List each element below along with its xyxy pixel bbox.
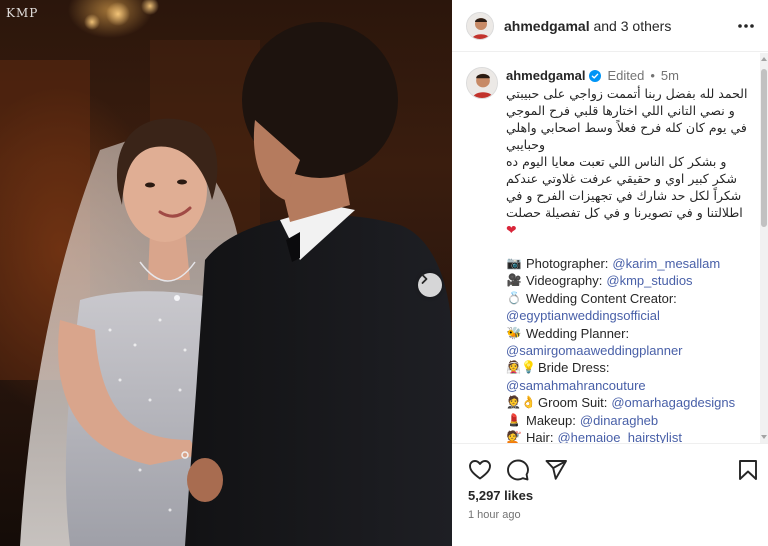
scrollbar[interactable] — [760, 53, 768, 443]
credit-label: Makeup: — [526, 412, 576, 428]
credit-emoji-icon: 💍 — [506, 290, 522, 305]
credit-row: 💄 Makeup: @dinaragheb — [506, 412, 754, 429]
caption-header: ahmedgamal Edited • 5m — [506, 67, 754, 85]
caption-author-avatar[interactable] — [466, 67, 498, 99]
more-horizontal-icon[interactable] — [736, 16, 756, 36]
caption-section: ahmedgamal Edited • 5m الحمد لله بفضل رب… — [452, 53, 768, 443]
credit-handle-link[interactable]: @samahmahrancouture — [506, 377, 646, 394]
credit-handle-link[interactable]: @samirgomaaweddingplanner — [506, 342, 683, 359]
likes-count[interactable]: 5,297 likes — [468, 488, 533, 503]
credit-row: 👰💡 Bride Dress: — [506, 359, 754, 376]
next-photo-button[interactable] — [418, 273, 442, 297]
scroll-thumb[interactable] — [761, 69, 767, 227]
credit-emoji-icon: 💄 — [506, 412, 522, 427]
post-timestamp[interactable]: 1 hour ago — [468, 509, 521, 521]
post-header: ahmedgamal and 3 others — [452, 0, 768, 52]
heart-emoji: ❤ — [506, 222, 517, 237]
credit-handle-link[interactable]: @dinaragheb — [580, 412, 658, 429]
credit-row: 📷 Photographer: @karim_mesallam — [506, 255, 754, 272]
credit-handle-link[interactable]: @karim_mesallam — [612, 255, 720, 272]
post-details-panel: ahmedgamal and 3 others ahmedgamal Edite… — [452, 0, 768, 546]
credit-emoji-icon: 📷 — [506, 256, 522, 270]
header-collaborators[interactable]: and 3 others — [593, 18, 671, 34]
credit-handle-link[interactable]: @kmp_studios — [606, 272, 692, 289]
heart-outline-icon[interactable] — [468, 458, 492, 482]
wedding-photo-illustration — [0, 0, 452, 546]
avatar-image — [467, 12, 493, 39]
credit-label: Photographer: — [526, 256, 609, 271]
author-avatar[interactable] — [466, 11, 494, 40]
credit-row: 🎥 Videography: @kmp_studios — [506, 272, 754, 289]
scroll-down-arrow-icon[interactable] — [761, 435, 767, 439]
header-username[interactable]: ahmedgamal — [504, 18, 590, 34]
avatar-image — [467, 68, 497, 98]
credit-row: @egyptianweddingsofficial — [506, 307, 754, 324]
credit-emoji-icon: 🤵👌 — [506, 395, 536, 410]
credit-label: Hair: — [526, 430, 554, 443]
credit-label: Wedding Content Creator: — [526, 290, 677, 306]
credit-row: 💇 Hair: @hemaioe_hairstylist — [506, 429, 754, 443]
caption-body: ahmedgamal Edited • 5m الحمد لله بفضل رب… — [506, 67, 754, 443]
credits-list: 📷 Photographer: @karim_mesallam 🎥 Videograph… — [506, 255, 754, 443]
photo-watermark: KMP — [6, 6, 39, 20]
caption-username[interactable]: ahmedgamal — [506, 67, 585, 85]
credit-handle-link[interactable]: @egyptianweddingsofficial — [506, 307, 660, 324]
edited-label: Edited — [607, 68, 645, 83]
credit-emoji-icon: 🎥 — [506, 273, 522, 288]
caption-time[interactable]: 5m — [661, 67, 679, 85]
post-photo[interactable]: KMP — [0, 0, 452, 546]
credit-emoji-icon: 🐝 — [506, 325, 522, 340]
credit-emoji-icon: 👰💡 — [506, 360, 536, 375]
separator-dot: • — [650, 68, 655, 83]
credit-row: 💍 Wedding Content Creator: — [506, 290, 754, 307]
caption-paragraph-1: الحمد لله بفضل ربنا أتممت زواجي على حبيب… — [506, 86, 748, 152]
credit-handle-link[interactable]: @hemaioe_hairstylist — [557, 429, 681, 443]
send-icon[interactable] — [544, 458, 568, 482]
credit-label: Groom Suit: — [538, 395, 608, 411]
credit-row: 🤵👌 Groom Suit: @omarhagagdesigns — [506, 394, 754, 411]
credit-row: @samahmahrancouture — [506, 377, 754, 394]
credit-label: Wedding Planner: — [526, 325, 630, 341]
comment-icon[interactable] — [506, 458, 530, 482]
credit-row: 🐝 Wedding Planner: — [506, 325, 754, 342]
credit-emoji-icon: 💇 — [506, 430, 522, 443]
header-text: ahmedgamal and 3 others — [504, 18, 671, 34]
caption: ahmedgamal Edited • 5m الحمد لله بفضل رب… — [466, 67, 754, 443]
credit-label: Bride Dress: — [538, 360, 610, 376]
credit-handle-link[interactable]: @omarhagagdesigns — [611, 394, 735, 411]
chevron-right-icon — [421, 274, 428, 284]
caption-paragraph-2-text: و بشكر كل الناس اللي تعبت معايا اليوم ده… — [506, 154, 743, 220]
scroll-up-arrow-icon[interactable] — [761, 57, 767, 61]
caption-paragraph-2: و بشكر كل الناس اللي تعبت معايا اليوم ده… — [506, 153, 754, 238]
verified-badge-icon — [589, 70, 602, 82]
credit-label: Videography: — [526, 273, 603, 289]
credit-row: @samirgomaaweddingplanner — [506, 342, 754, 359]
bookmark-icon[interactable] — [736, 458, 760, 482]
